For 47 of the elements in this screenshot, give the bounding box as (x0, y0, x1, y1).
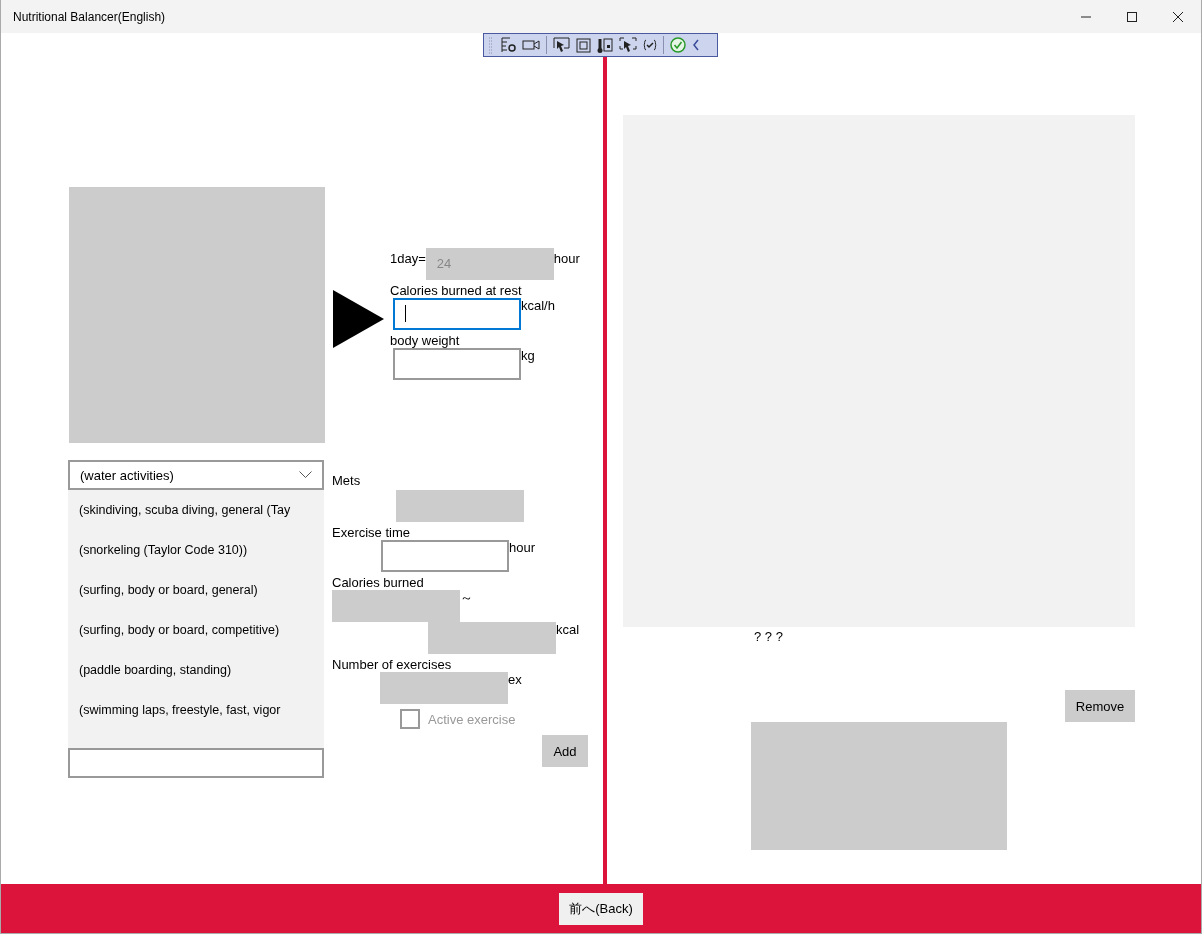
checkbox-label: Active exercise (428, 711, 516, 727)
braces-check-icon[interactable] (643, 39, 657, 51)
input-field[interactable] (393, 298, 521, 330)
list-item[interactable]: (surfing, body or board, competitive) (68, 610, 324, 650)
select-pointer-icon[interactable] (553, 37, 570, 53)
field-label: Calories burned (332, 575, 424, 590)
search-field[interactable] (68, 748, 324, 778)
input-field[interactable] (381, 540, 509, 572)
field-label: 1day= (390, 250, 426, 266)
grip-icon[interactable] (488, 36, 494, 54)
maximize-icon[interactable] (1126, 10, 1138, 23)
list-item[interactable]: (skindiving, scuba diving, general (Tay (68, 490, 324, 530)
close-icon[interactable] (1172, 10, 1184, 23)
unit-label: hour (509, 540, 536, 555)
status-text: ? ? ? (754, 629, 783, 644)
square-icon[interactable] (576, 37, 591, 53)
play-icon (333, 290, 384, 348)
unit-label: kcal (556, 622, 580, 637)
input-field[interactable] (393, 348, 521, 380)
list-item[interactable]: (surfing, body or board, general) (68, 570, 324, 610)
chevron-down-icon (299, 471, 312, 479)
window-title: Nutritional Balancer(English) (13, 9, 166, 24)
add-button[interactable]: Add (542, 735, 588, 767)
back-button[interactable]: 前へ(Back) (559, 892, 643, 925)
list-item[interactable]: (snorkeling (Taylor Code 310)) (68, 530, 324, 570)
text-cursor (405, 305, 406, 322)
thermometer-icon[interactable] (597, 36, 613, 54)
field-label: Mets (332, 473, 361, 488)
unit-label: ex (508, 672, 522, 687)
range-separator: ～ (460, 590, 473, 605)
unit-label: hour (553, 250, 580, 266)
field-label: Calories burned at rest (390, 283, 522, 298)
list-item[interactable]: (paddle boarding, standing) (68, 650, 324, 690)
unit-label: kcal/h (521, 298, 555, 313)
list-item[interactable]: (swimming laps, freestyle, fast, vigor (68, 690, 324, 730)
activity-dropdown[interactable]: (water activities) (68, 460, 324, 490)
chevron-left-icon[interactable] (692, 39, 700, 51)
unit-label: kg (521, 348, 535, 363)
tree-gear-icon[interactable] (500, 37, 516, 53)
readonly-field: 24 (425, 248, 554, 280)
select-frame-icon[interactable] (619, 37, 637, 53)
check-circle-icon[interactable] (670, 37, 686, 53)
video-camera-icon[interactable] (522, 38, 540, 52)
remove-button[interactable]: Remove (1065, 690, 1135, 722)
field-label: Exercise time (332, 525, 411, 540)
field-label: body weight (390, 333, 460, 348)
field-label: Number of exercises (332, 657, 452, 672)
